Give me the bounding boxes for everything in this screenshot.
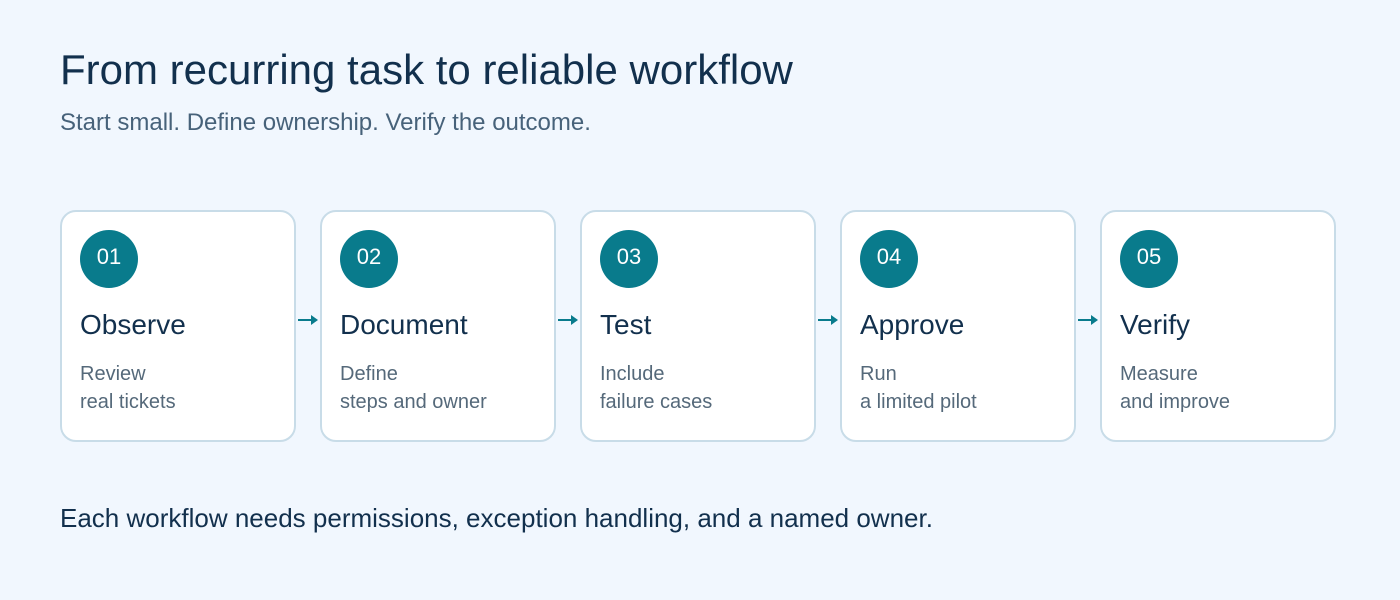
workflow-steps: 01 Observe Review real tickets 02 Docume… [60,210,1340,442]
step-description: Review real tickets [80,360,176,416]
step-description-line: and improve [1120,391,1231,413]
step-description-line: steps and owner [340,391,487,413]
arrow-right-icon [558,315,578,325]
step-description-line: failure cases [600,391,713,413]
step-number-badge: 02 [340,230,398,288]
step-description-line: Define [340,363,398,385]
step-card-verify: 05 Verify Measure and improve [1100,210,1336,442]
step-title: Verify [1120,309,1191,340]
step-card-document: 02 Document Define steps and owner [320,210,556,442]
step-number-badge: 05 [1120,230,1178,288]
step-description-line: Measure [1120,363,1198,385]
page-subtitle: Start small. Define ownership. Verify th… [60,109,591,136]
step-card-approve: 04 Approve Run a limited pilot [840,210,1076,442]
step-description-line: a limited pilot [860,391,977,413]
step-title: Observe [80,309,186,340]
step-description: Include failure cases [600,360,712,416]
step-description-line: Run [860,363,897,385]
step-number-badge: 01 [80,230,138,288]
step-number-badge: 04 [860,230,918,288]
step-title: Test [600,309,652,340]
step-description-line: real tickets [80,391,176,413]
step-title: Document [340,309,468,340]
footer-note: Each workflow needs permissions, excepti… [60,503,933,533]
arrow-right-icon [298,315,318,325]
step-description: Measure and improve [1120,360,1230,416]
step-title: Approve [860,309,965,340]
step-number-badge: 03 [600,230,658,288]
step-description-line: Include [600,363,665,385]
step-description: Define steps and owner [340,360,487,416]
step-card-observe: 01 Observe Review real tickets [60,210,296,442]
step-description: Run a limited pilot [860,360,977,416]
step-description-line: Review [80,363,146,385]
step-card-test: 03 Test Include failure cases [580,210,816,442]
arrow-right-icon [1078,315,1098,325]
page-title: From recurring task to reliable workflow [60,46,793,93]
arrow-right-icon [818,315,838,325]
